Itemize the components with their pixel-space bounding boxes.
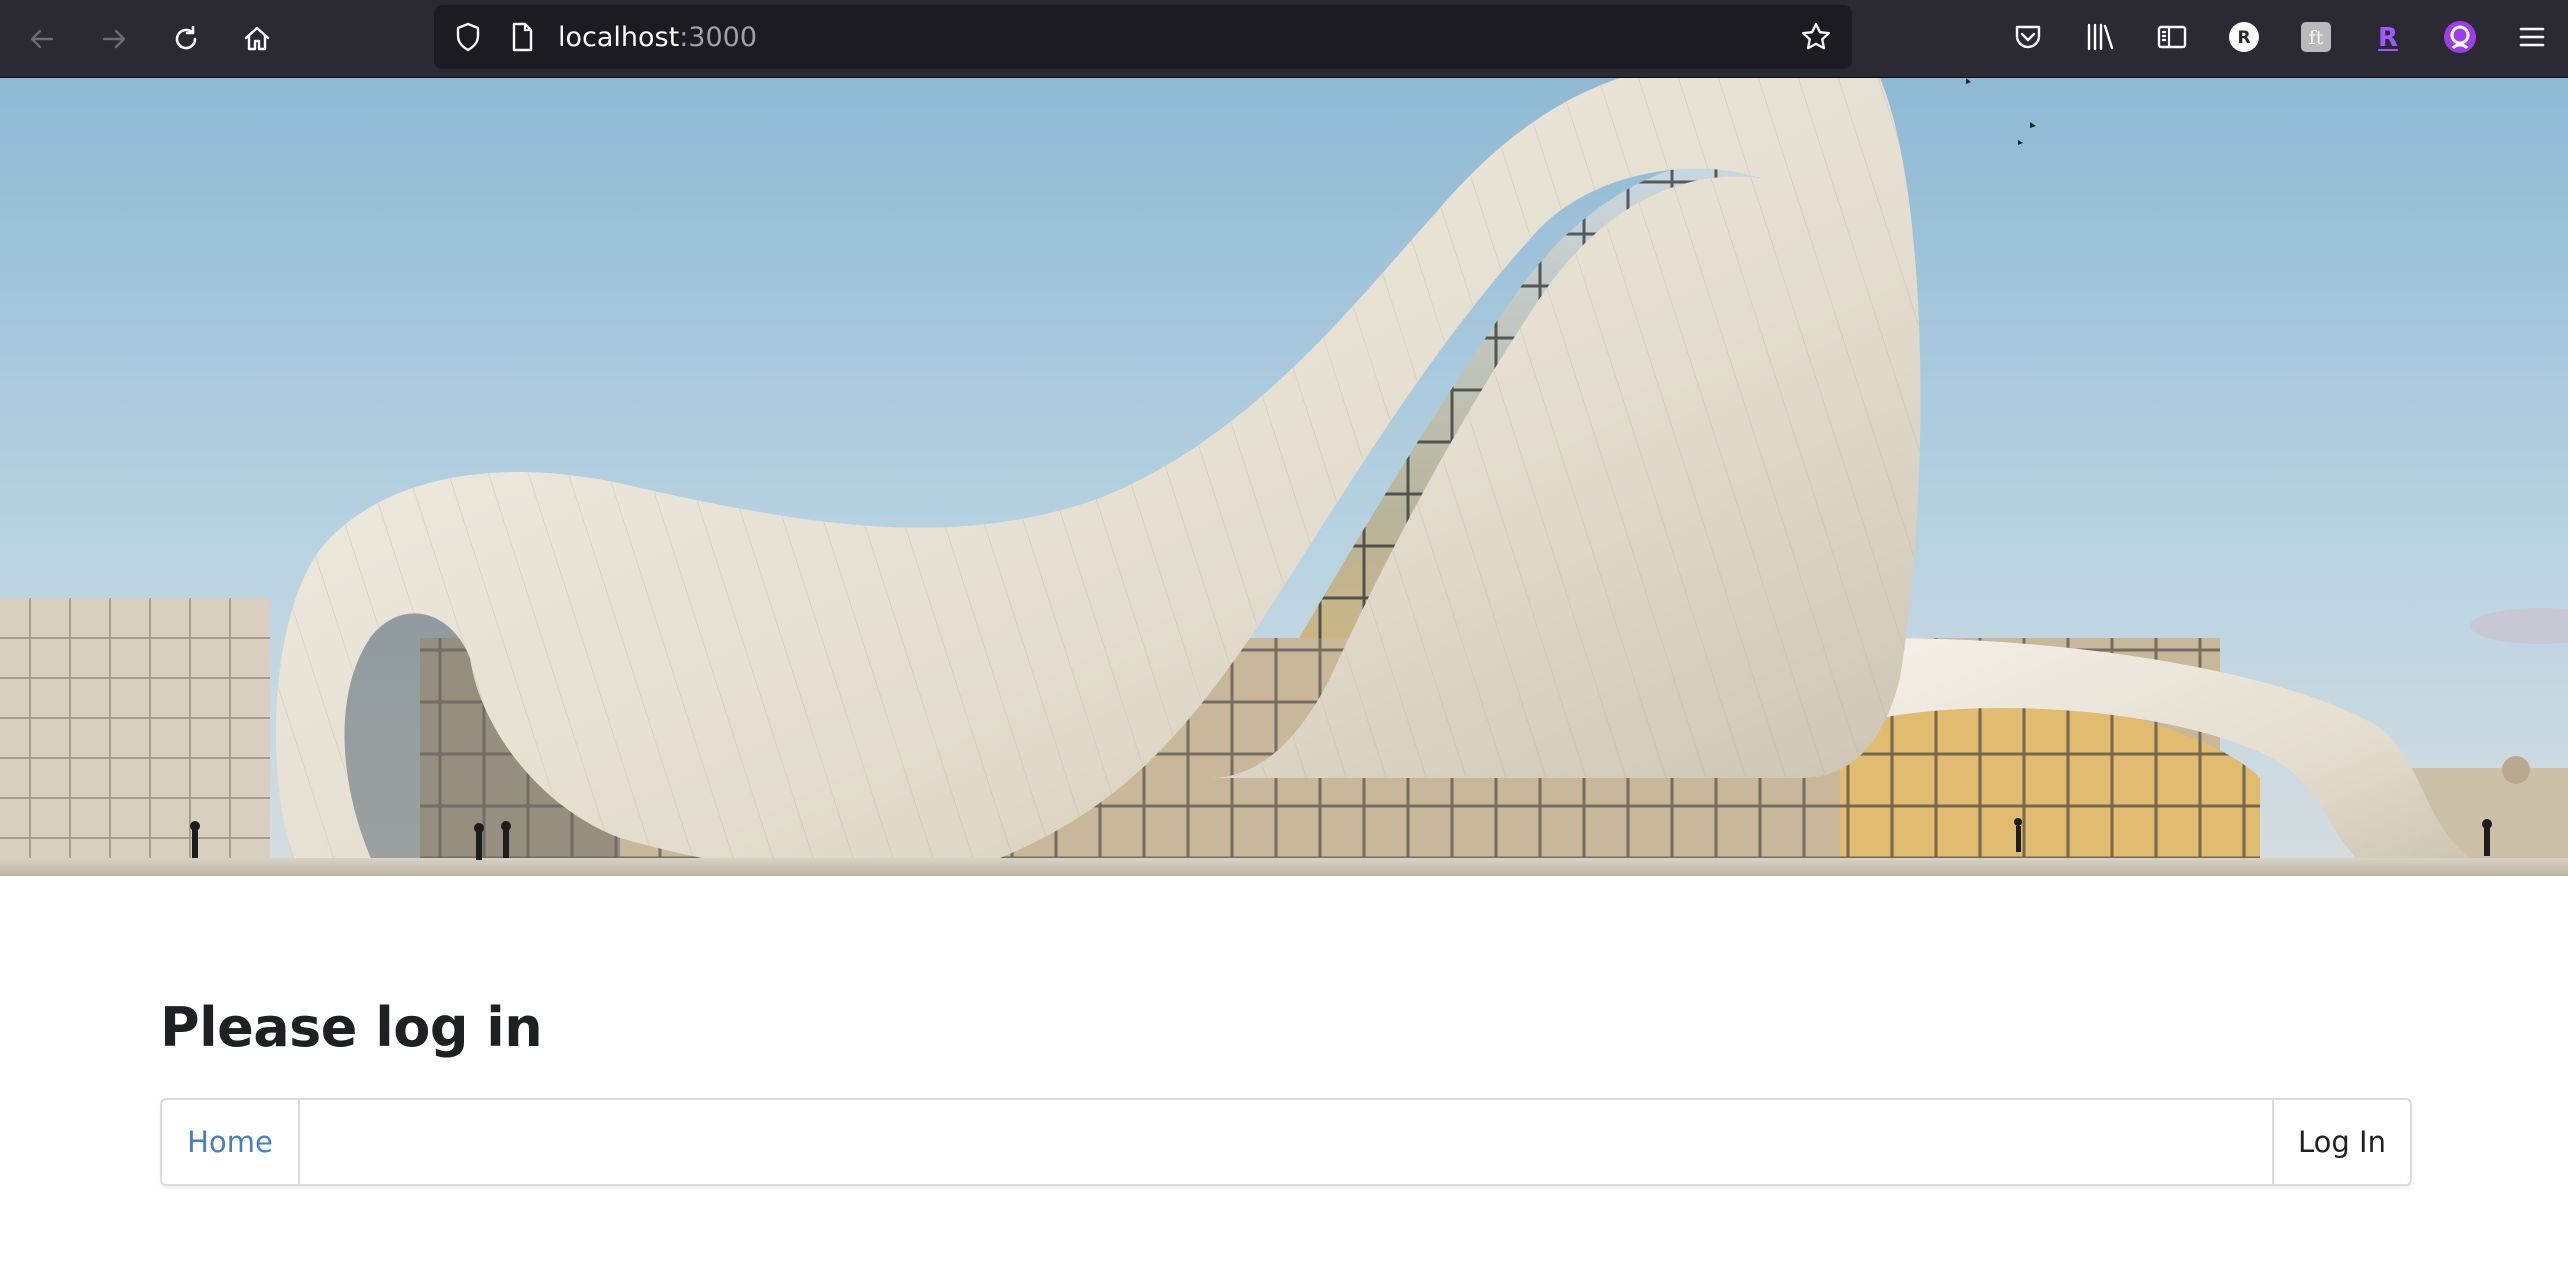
pocket-icon: [2015, 25, 2041, 49]
profile-r-icon: R: [2229, 22, 2259, 52]
back-arrow-icon: [30, 29, 54, 49]
pocket-button[interactable]: [2011, 20, 2045, 54]
url-port: :3000: [679, 22, 758, 53]
extension-r-button[interactable]: R: [2371, 20, 2405, 54]
ext-letter: R: [2378, 23, 2398, 53]
hero-image: [0, 78, 2568, 876]
reload-icon: [175, 25, 197, 50]
back-button[interactable]: [17, 14, 67, 64]
nav-login-link[interactable]: Log In: [2272, 1100, 2410, 1184]
address-bar[interactable]: localhost:3000: [434, 5, 1852, 69]
home-button[interactable]: [232, 14, 282, 64]
profile-letter: R: [2237, 28, 2250, 48]
shield-icon[interactable]: [452, 21, 484, 53]
library-icon: [2087, 23, 2114, 51]
navigation-bar: Home Log In: [160, 1098, 2412, 1186]
url-host: localhost: [558, 22, 680, 53]
firefox-account-button[interactable]: [2443, 20, 2477, 54]
extension-icon: ft: [2301, 22, 2331, 52]
sidebar-icon: [2157, 25, 2187, 49]
nav-home-link[interactable]: Home: [162, 1100, 300, 1184]
extension-r-icon: R: [2378, 23, 2398, 53]
menu-button[interactable]: [2515, 20, 2549, 54]
page-title: Please log in: [160, 996, 543, 1059]
architecture-photo: [0, 78, 2568, 876]
home-icon: [244, 26, 270, 51]
browser-toolbar: localhost:3000 R ft R: [0, 0, 2568, 78]
profile-r-button[interactable]: R: [2227, 20, 2261, 54]
library-button[interactable]: [2083, 20, 2117, 54]
forward-button[interactable]: [89, 14, 139, 64]
menu-icon: [2519, 27, 2545, 47]
url-text[interactable]: localhost:3000: [558, 22, 757, 53]
page-icon: [512, 22, 533, 52]
reload-button[interactable]: [161, 14, 211, 64]
bookmark-star-icon[interactable]: [1800, 21, 1832, 53]
firefox-account-icon: [2444, 21, 2476, 53]
sidebar-button[interactable]: [2155, 20, 2189, 54]
extension-button[interactable]: ft: [2299, 20, 2333, 54]
svg-text:ft: ft: [2309, 27, 2324, 49]
forward-arrow-icon: [102, 29, 126, 49]
